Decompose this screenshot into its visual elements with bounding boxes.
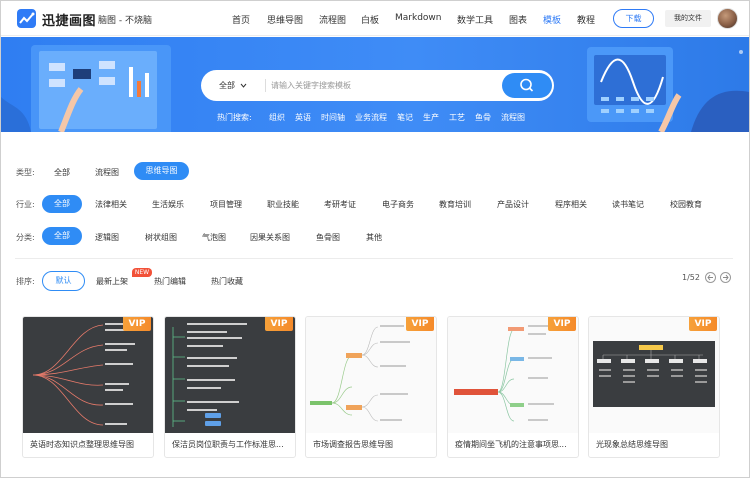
vip-badge: VIP [406, 317, 434, 331]
search-input[interactable] [271, 77, 491, 94]
category-filter-label: 分类: [16, 233, 35, 242]
vip-badge: VIP [123, 317, 151, 331]
category-option[interactable]: 逻辑图 [95, 232, 119, 243]
industry-option[interactable]: 法律相关 [95, 199, 127, 210]
nav-flowchart[interactable]: 流程图 [319, 13, 346, 26]
page-indicator: 1/52 [682, 273, 700, 282]
search-category-select[interactable]: 全部 [219, 80, 247, 91]
sort-default[interactable]: 默认 [42, 271, 85, 291]
industry-filter-label: 行业: [16, 200, 35, 209]
search-box: 全部 [201, 70, 554, 101]
template-title[interactable]: 疫情期间坐飞机的注意事项思... [455, 439, 573, 450]
search-category-label: 全部 [219, 81, 235, 90]
hot-term[interactable]: 工艺 [449, 112, 465, 123]
search-divider [265, 79, 266, 92]
next-page-button[interactable] [720, 272, 731, 283]
type-option-mindmap[interactable]: 思维导图 [134, 162, 189, 180]
industry-option[interactable]: 产品设计 [497, 199, 529, 210]
mindmap-preview [310, 325, 410, 422]
arrow-left-icon [707, 274, 713, 281]
template-title[interactable]: 光现象总结思维导图 [596, 439, 714, 450]
category-option[interactable]: 气泡图 [202, 232, 226, 243]
industry-option[interactable]: 生活娱乐 [152, 199, 184, 210]
hot-search-label: 热门搜索: [217, 113, 252, 122]
hot-term[interactable]: 业务流程 [355, 112, 387, 123]
nav-mindmap[interactable]: 思维导图 [267, 13, 303, 26]
top-header: 迅捷画图 脑图 - 不烧脑 首页 思维导图 流程图 白板 Markdown 数学… [1, 1, 749, 36]
template-card[interactable]: VIP 疫情期间坐飞机的注意事项思... [447, 316, 579, 458]
hot-term[interactable]: 英语 [295, 112, 311, 123]
sort-label: 排序: [16, 277, 35, 286]
vip-badge: VIP [689, 317, 717, 331]
nav-templates[interactable]: 模板 [543, 13, 561, 26]
template-thumbnail: VIP [306, 317, 436, 433]
type-option-all[interactable]: 全部 [54, 167, 70, 178]
industry-option[interactable]: 读书笔记 [612, 199, 644, 210]
template-title[interactable]: 英语时态知识点整理思维导图 [30, 439, 148, 450]
hot-term[interactable]: 流程图 [501, 112, 525, 123]
logo-text[interactable]: 迅捷画图 [42, 10, 96, 29]
chevron-down-icon [240, 83, 246, 88]
category-option[interactable]: 树状组图 [145, 232, 177, 243]
industry-option[interactable]: 教育培训 [439, 199, 471, 210]
arrow-right-icon [723, 274, 729, 281]
industry-option[interactable]: 考研考证 [324, 199, 356, 210]
search-banner: 全部 热门搜索: 组织 英语 时间轴 业务流程 笔记 生产 工艺 鱼骨 流程图 [1, 37, 749, 132]
sort-hot-edit[interactable]: 热门编辑 [154, 276, 186, 287]
search-button[interactable] [502, 73, 552, 98]
hot-term[interactable]: 组织 [269, 112, 285, 123]
hot-term[interactable]: 笔记 [397, 112, 413, 123]
template-card[interactable]: VIP 市场调查报告思维导图 [305, 316, 437, 458]
industry-option[interactable]: 程序相关 [555, 199, 587, 210]
template-thumbnail: VIP [589, 317, 719, 433]
industry-option-all[interactable]: 全部 [42, 195, 82, 213]
nav-charts[interactable]: 图表 [509, 13, 527, 26]
category-option[interactable]: 鱼骨图 [316, 232, 340, 243]
industry-option[interactable]: 校园教育 [670, 199, 702, 210]
nav-markdown[interactable]: Markdown [395, 13, 441, 23]
industry-option[interactable]: 电子商务 [382, 199, 414, 210]
mindmap-preview [172, 323, 247, 427]
sort-newest[interactable]: 最新上架 [96, 276, 128, 287]
mindmap-preview [32, 323, 135, 426]
nav-whiteboard[interactable]: 白板 [361, 13, 379, 26]
filter-divider [15, 258, 733, 259]
prev-page-button[interactable] [705, 272, 716, 283]
category-option[interactable]: 因果关系图 [250, 232, 290, 243]
hot-term[interactable]: 时间轴 [321, 112, 345, 123]
sort-hot-favorite[interactable]: 热门收藏 [211, 276, 243, 287]
type-filter-label: 类型: [16, 168, 35, 177]
vip-badge: VIP [265, 317, 293, 331]
my-files-button[interactable]: 我的文件 [665, 10, 711, 27]
logo-subtitle: 脑图 - 不烧脑 [98, 16, 152, 26]
template-card[interactable]: VIP 英语时态知识点整理思维导图 [22, 316, 154, 458]
nav-home[interactable]: 首页 [232, 13, 250, 26]
new-badge: NEW [132, 268, 152, 277]
search-icon [520, 78, 534, 92]
template-card[interactable]: VIP 保洁员岗位职责与工作标准思... [164, 316, 296, 458]
nav-math-tools[interactable]: 数学工具 [457, 13, 493, 26]
type-option-flowchart[interactable]: 流程图 [95, 167, 119, 178]
template-title[interactable]: 保洁员岗位职责与工作标准思... [172, 439, 290, 450]
category-option[interactable]: 其他 [366, 232, 382, 243]
industry-option[interactable]: 项目管理 [210, 199, 242, 210]
vip-badge: VIP [548, 317, 576, 331]
industry-option[interactable]: 职业技能 [267, 199, 299, 210]
category-option-all[interactable]: 全部 [42, 227, 82, 245]
template-thumbnail: VIP [448, 317, 578, 433]
download-button[interactable]: 下载 [613, 9, 654, 28]
template-thumbnail: VIP [23, 317, 153, 433]
template-thumbnail: VIP [165, 317, 295, 433]
mindmap-preview [454, 325, 554, 422]
hot-term[interactable]: 鱼骨 [475, 112, 491, 123]
logo-icon[interactable] [17, 9, 36, 28]
template-card[interactable]: VIP 光现象总结思维导图 [588, 316, 720, 458]
nav-tutorial[interactable]: 教程 [577, 13, 595, 26]
template-title[interactable]: 市场调查报告思维导图 [313, 439, 431, 450]
avatar[interactable] [717, 8, 738, 29]
mindmap-preview [593, 341, 715, 407]
hot-term[interactable]: 生产 [423, 112, 439, 123]
